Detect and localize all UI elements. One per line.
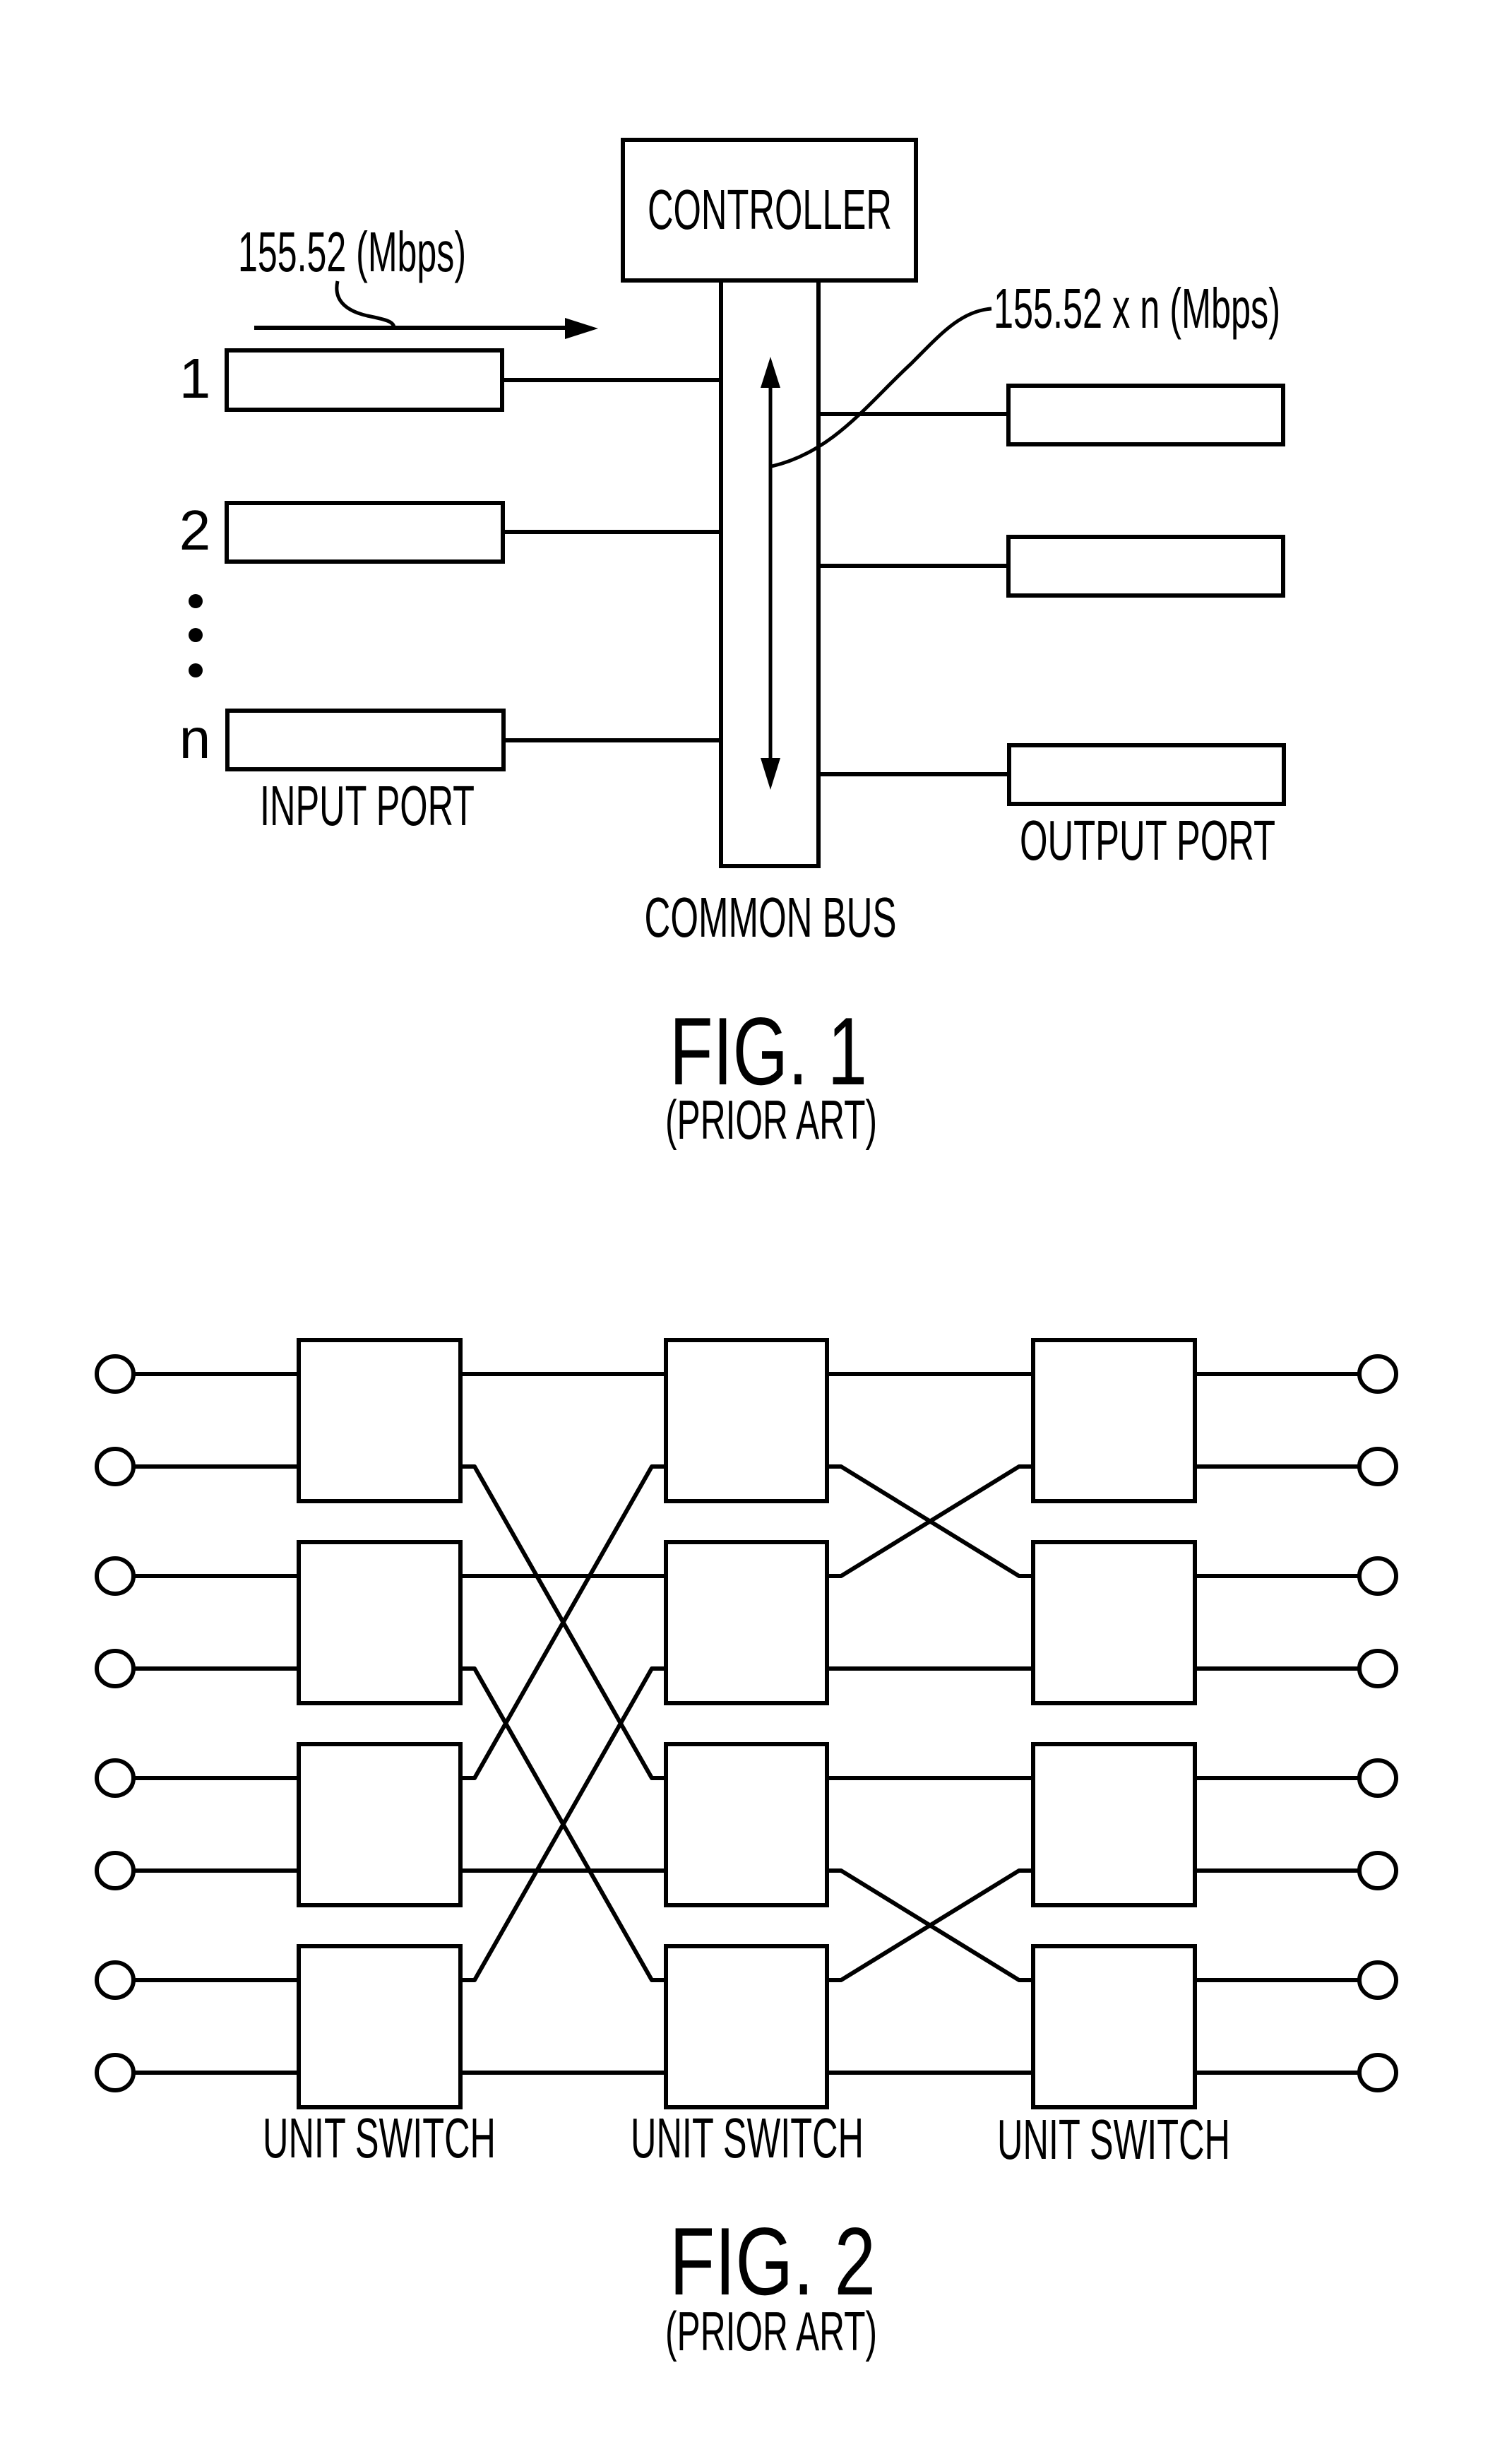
output-port-2 bbox=[818, 535, 1285, 598]
input-port-label: INPUT PORT bbox=[260, 774, 475, 837]
input-port-box bbox=[225, 501, 505, 564]
output-terminal-icon bbox=[1357, 1447, 1398, 1486]
input-terminal-icon bbox=[95, 1556, 136, 1596]
arrow-right-icon bbox=[565, 318, 598, 339]
input-terminal-icon bbox=[95, 1851, 136, 1890]
unit-switch-stage2-3 bbox=[664, 1742, 829, 1907]
input-terminal-icon bbox=[95, 1447, 136, 1486]
output-terminal-icon bbox=[1357, 1556, 1398, 1596]
patent-drawing-sheet: CONTROLLER COMMON BUS 155.52 x n (Mbps) … bbox=[95, 138, 1398, 2362]
stage1-stage2-link bbox=[460, 1666, 666, 1982]
ellipsis-dot bbox=[189, 663, 203, 677]
unit-switch-stage3-1 bbox=[1031, 1338, 1197, 1503]
output-terminal-icon bbox=[1357, 1354, 1398, 1394]
output-port-1 bbox=[818, 384, 1285, 446]
output-terminal-icon bbox=[1357, 2053, 1398, 2092]
unit-switch-stage1-3 bbox=[297, 1742, 463, 1907]
input-port-number: 2 bbox=[179, 499, 211, 562]
unit-switch-stage3-3 bbox=[1031, 1742, 1197, 1907]
input-rate-leader-line bbox=[335, 280, 396, 328]
stage-2-label: UNIT SWITCH bbox=[631, 2107, 864, 2169]
input-port-number: n bbox=[179, 707, 211, 770]
output-port-label: OUTPUT PORT bbox=[1020, 809, 1275, 872]
output-terminal-icon bbox=[1357, 1649, 1398, 1688]
stage-1-label: UNIT SWITCH bbox=[263, 2107, 496, 2169]
ellipsis-dot bbox=[189, 594, 203, 608]
figure-2-subtitle: (PRIOR ART) bbox=[665, 2300, 877, 2362]
figure-1-subtitle: (PRIOR ART) bbox=[665, 1089, 877, 1151]
output-port-3 bbox=[818, 743, 1286, 806]
stage2-stage3-link bbox=[827, 1868, 1033, 1982]
stage2-stage3-link bbox=[827, 1464, 1033, 1578]
input-port-box bbox=[225, 348, 504, 412]
input-terminal-icon bbox=[95, 1960, 136, 2000]
unit-switch-stage3-2 bbox=[1031, 1540, 1197, 1705]
figure-2: UNIT SWITCH UNIT SWITCH UNIT SWITCH FIG.… bbox=[95, 1338, 1398, 2362]
output-port-box bbox=[1006, 535, 1285, 598]
input-terminal-icon bbox=[95, 1649, 136, 1688]
input-terminal-icon bbox=[95, 2053, 136, 2092]
output-terminal-icon bbox=[1357, 1758, 1398, 1798]
input-port-box bbox=[225, 709, 506, 771]
output-port-box bbox=[1006, 384, 1285, 446]
output-terminal-icon bbox=[1357, 1851, 1398, 1890]
stage1-stage2-link bbox=[460, 1464, 666, 1780]
unit-switches bbox=[297, 1338, 1197, 2109]
input-port-number: 1 bbox=[179, 347, 211, 410]
unit-switch-stage3-4 bbox=[1031, 1944, 1197, 2109]
input-port-n: n bbox=[179, 707, 721, 771]
unit-switch-stage1-4 bbox=[297, 1944, 463, 2109]
unit-switch-stage2-2 bbox=[664, 1540, 829, 1705]
bus-rate-label: 155.52 x n (Mbps) bbox=[994, 277, 1280, 340]
input-port-1: 1 bbox=[179, 347, 721, 412]
unit-switch-stage2-4 bbox=[664, 1944, 829, 2109]
ellipsis-dot bbox=[189, 628, 203, 642]
unit-switch-stage1-1 bbox=[297, 1338, 463, 1503]
output-terminal-icon bbox=[1357, 1960, 1398, 2000]
input-terminal-icon bbox=[95, 1758, 136, 1798]
input-rate-label: 155.52 (Mbps) bbox=[238, 220, 466, 283]
unit-switch-stage1-2 bbox=[297, 1540, 463, 1705]
figure-1: CONTROLLER COMMON BUS 155.52 x n (Mbps) … bbox=[179, 138, 1286, 1151]
unit-switch-stage2-1 bbox=[664, 1338, 829, 1503]
common-bus-label: COMMON BUS bbox=[645, 886, 897, 949]
controller-label: CONTROLLER bbox=[648, 178, 892, 241]
output-port-box bbox=[1007, 743, 1286, 806]
input-terminal-icon bbox=[95, 1354, 136, 1394]
input-port-2: 2 bbox=[179, 499, 721, 564]
figure-2-title: FIG. 2 bbox=[669, 2208, 876, 2315]
stage-3-label: UNIT SWITCH bbox=[997, 2108, 1230, 2171]
